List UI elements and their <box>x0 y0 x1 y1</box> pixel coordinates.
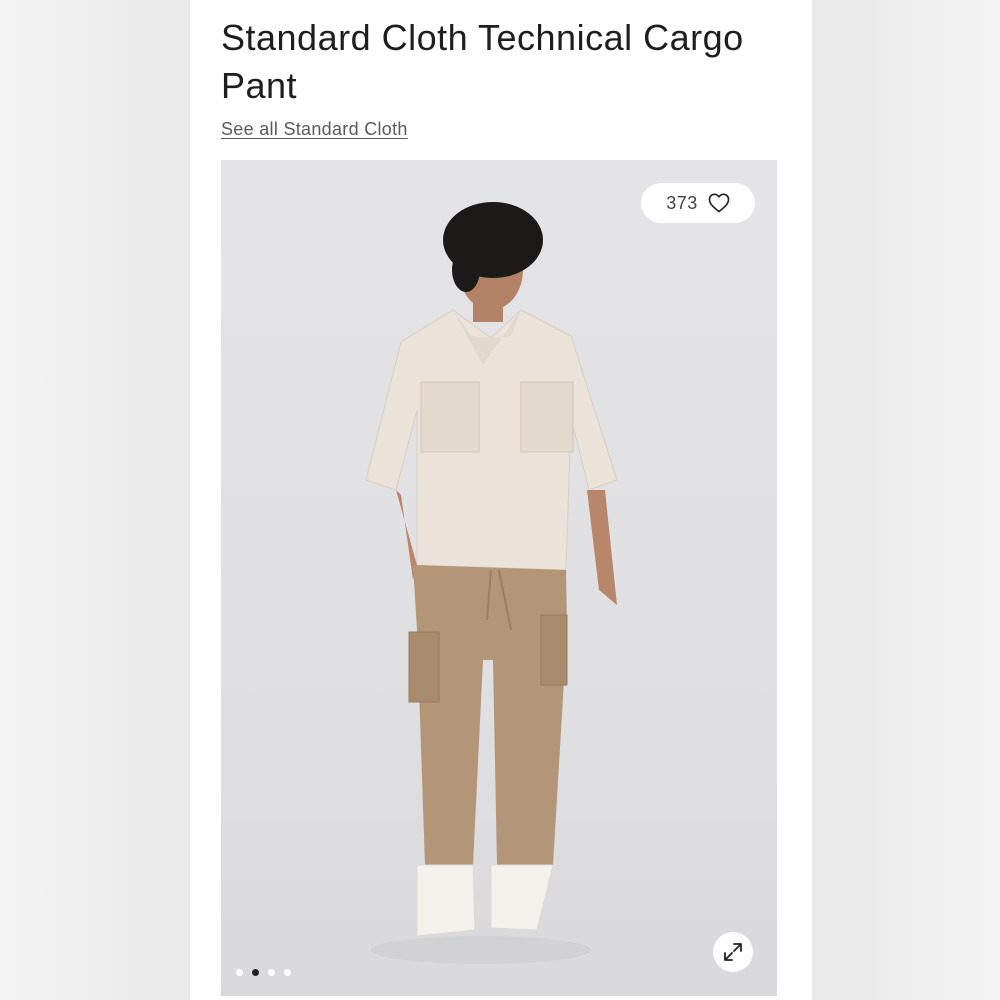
right-backdrop <box>812 0 1000 1000</box>
carousel-dot-active[interactable] <box>252 969 259 976</box>
see-all-brand-link[interactable]: See all Standard Cloth <box>221 119 408 140</box>
left-backdrop <box>0 0 190 1000</box>
carousel-dot[interactable] <box>236 969 243 976</box>
carousel-dot[interactable] <box>284 969 291 976</box>
expand-image-button[interactable] <box>713 932 753 972</box>
product-title: Standard Cloth Technical Cargo Pant <box>221 17 744 106</box>
product-image-gallery[interactable]: 373 <box>221 160 777 996</box>
carousel-indicators <box>236 969 291 976</box>
expand-icon <box>724 943 742 961</box>
favorite-button[interactable]: 373 <box>641 183 755 223</box>
heart-icon <box>708 193 730 213</box>
favorite-count: 373 <box>666 192 698 213</box>
carousel-dot[interactable] <box>268 969 275 976</box>
product-photo-model <box>365 202 618 964</box>
product-card: Standard Cloth Technical Cargo Pant See … <box>190 0 812 1000</box>
